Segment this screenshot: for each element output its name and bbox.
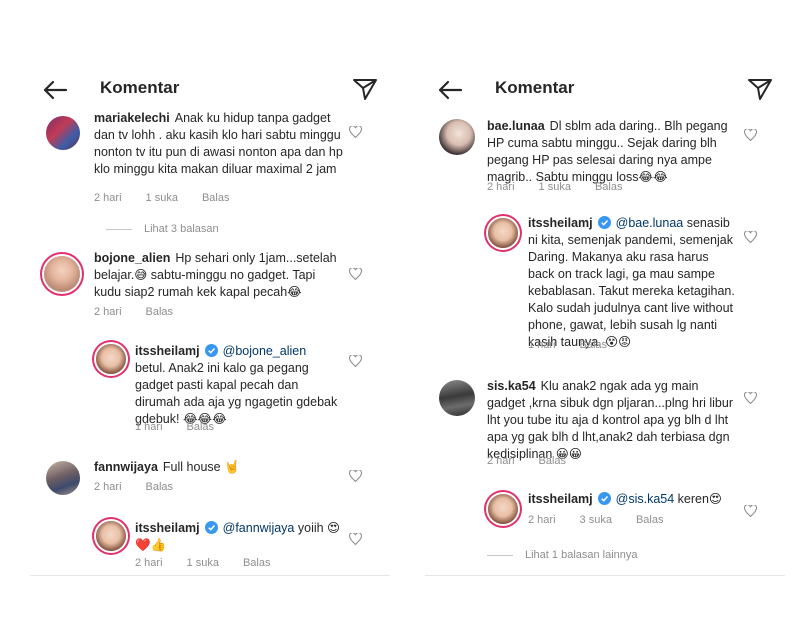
page-title: Komentar	[495, 78, 575, 97]
comment-meta: 1 hari Balas	[135, 421, 238, 433]
comment-meta: 2 hari 1 suka Balas	[94, 192, 253, 204]
comment-text: senasib ni kita, semenjak pandemi, semen…	[528, 216, 735, 349]
view-replies-button[interactable]: Lihat 3 balasan	[106, 223, 219, 235]
view-replies-button[interactable]: Lihat 1 balasan lainnya	[487, 549, 638, 561]
divider	[425, 575, 785, 576]
username[interactable]: bojone_alien	[94, 251, 170, 265]
verified-badge-icon	[597, 492, 611, 505]
heart-outline-icon[interactable]	[744, 505, 757, 517]
reply-button[interactable]: Balas	[539, 455, 567, 467]
avatar[interactable]	[96, 344, 126, 374]
reply-button[interactable]: Balas	[243, 557, 271, 569]
comment-text: Full house 🤘	[162, 460, 240, 474]
mention-link[interactable]: @bojone_alien	[223, 344, 307, 358]
heart-outline-icon[interactable]	[349, 533, 362, 545]
timestamp: 2 hari	[135, 557, 163, 569]
reply-button[interactable]: Balas	[146, 306, 174, 318]
timestamp: 2 hari	[94, 306, 122, 318]
timestamp: 2 hari	[94, 481, 122, 493]
username[interactable]: sis.ka54	[487, 379, 536, 393]
username[interactable]: fannwijaya	[94, 460, 158, 474]
heart-outline-icon[interactable]	[349, 470, 362, 482]
avatar[interactable]	[439, 119, 475, 155]
comments-panel-left: Komentar mariakelechi Anak ku hidup tanpa…	[30, 0, 390, 590]
mention-link[interactable]: @sis.ka54	[616, 492, 675, 506]
comment-meta: 2 hari Balas	[94, 481, 197, 493]
timestamp: 2 hari	[487, 455, 515, 467]
timestamp: 2 hari	[528, 514, 556, 526]
avatar[interactable]	[488, 494, 518, 524]
reply-button[interactable]: Balas	[595, 181, 623, 193]
divider	[30, 575, 390, 576]
like-count[interactable]: 3 suka	[580, 514, 612, 526]
page-title: Komentar	[100, 78, 180, 97]
mention-link[interactable]: @bae.lunaa	[616, 216, 684, 230]
heart-outline-icon[interactable]	[349, 355, 362, 367]
avatar[interactable]	[46, 116, 80, 150]
paper-plane-icon[interactable]	[352, 77, 378, 101]
comment-meta: 1 hari Balas	[528, 339, 631, 351]
comment-meta: 2 hari 1 suka Balas	[487, 181, 646, 193]
username[interactable]: itssheilamj	[528, 492, 593, 506]
comment-meta: 2 hari 1 suka Balas	[135, 557, 294, 569]
divider-line	[106, 228, 132, 230]
avatar[interactable]	[46, 461, 80, 495]
mention-link[interactable]: @fannwijaya	[223, 521, 295, 535]
reply-button[interactable]: Balas	[146, 481, 174, 493]
avatar[interactable]	[96, 521, 126, 551]
like-count[interactable]: 1 suka	[187, 557, 219, 569]
like-count[interactable]: 1 suka	[146, 192, 178, 204]
username[interactable]: itssheilamj	[135, 521, 200, 535]
arrow-left-icon[interactable]	[42, 79, 68, 101]
comments-panel-right: Komentar bae.lunaa Dl sblm ada daring.. B…	[425, 0, 785, 590]
heart-outline-icon[interactable]	[349, 126, 362, 138]
heart-outline-icon[interactable]	[744, 129, 757, 141]
timestamp: 2 hari	[94, 192, 122, 204]
comment-meta: 2 hari Balas	[94, 306, 197, 318]
username[interactable]: bae.lunaa	[487, 119, 545, 133]
avatar[interactable]	[44, 256, 80, 292]
username[interactable]: mariakelechi	[94, 111, 170, 125]
reply-button[interactable]: Balas	[202, 192, 230, 204]
heart-outline-icon[interactable]	[744, 231, 757, 243]
reply-button[interactable]: Balas	[580, 339, 608, 351]
arrow-left-icon[interactable]	[437, 79, 463, 101]
heart-outline-icon[interactable]	[349, 268, 362, 280]
avatar[interactable]	[488, 218, 518, 248]
comment-text: keren😍	[677, 492, 722, 506]
verified-badge-icon	[204, 521, 218, 534]
header: Komentar	[425, 76, 785, 104]
like-count[interactable]: 1 suka	[539, 181, 571, 193]
avatar[interactable]	[439, 380, 475, 416]
timestamp: 1 hari	[135, 421, 163, 433]
verified-badge-icon	[204, 344, 218, 357]
header: Komentar	[30, 76, 390, 104]
divider-line	[487, 554, 513, 556]
reply-button[interactable]: Balas	[187, 421, 215, 433]
comment-meta: 2 hari 3 suka Balas	[528, 514, 687, 526]
timestamp: 2 hari	[487, 181, 515, 193]
heart-outline-icon[interactable]	[744, 392, 757, 404]
comment-meta: 2 hari Balas	[487, 455, 590, 467]
comment-text: betul. Anak2 ini kalo ga pegang gadget p…	[135, 361, 338, 426]
timestamp: 1 hari	[528, 339, 556, 351]
paper-plane-icon[interactable]	[747, 77, 773, 101]
username[interactable]: itssheilamj	[528, 216, 593, 230]
reply-button[interactable]: Balas	[636, 514, 664, 526]
username[interactable]: itssheilamj	[135, 344, 200, 358]
verified-badge-icon	[597, 216, 611, 229]
